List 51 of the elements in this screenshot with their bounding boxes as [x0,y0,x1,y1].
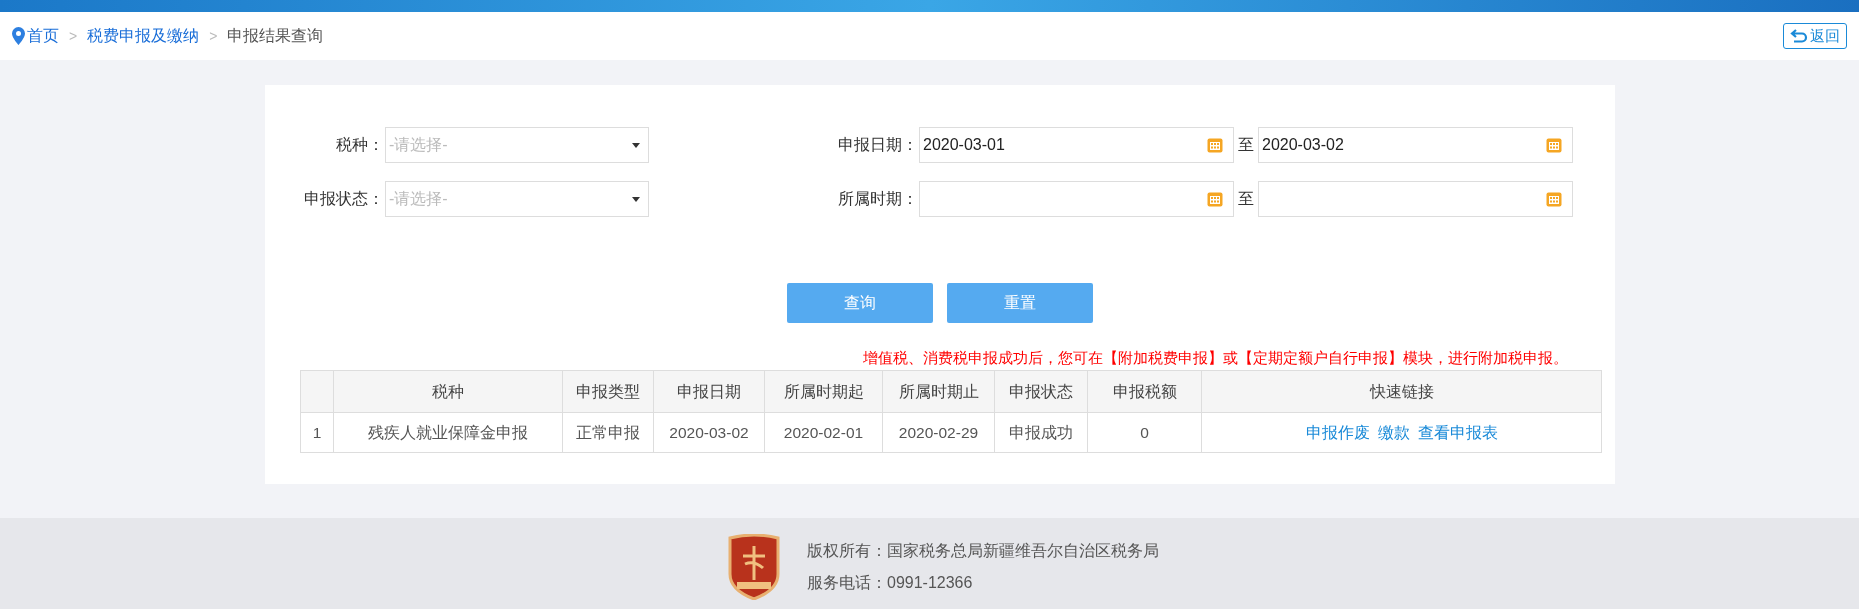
action-button[interactable]: 查询 [787,283,933,323]
dropdown-caret-icon [632,142,640,148]
column-header: 所属时期止 [882,370,995,413]
column-header: 申报状态 [994,370,1088,413]
column-header: 所属时期起 [764,370,883,413]
select-field[interactable]: -请选择- [385,181,649,217]
table-cell: 1 [300,412,334,453]
range-separator: 至 [1238,135,1254,155]
calendar-icon [1546,191,1562,207]
table-cell: 2020-02-29 [882,412,995,453]
select-field[interactable]: -请选择- [385,127,649,163]
breadcrumb-current: 申报结果查询 [227,26,324,46]
notice-text: 增值税、消费税申报成功后，您可在【附加税费申报】或【定期定额户自行申报】模块，进行附加税申报。 [862,348,1569,368]
column-header: 申报日期 [653,370,765,413]
column-header: 税种 [333,370,563,413]
field-label: 申报状态： [303,189,384,209]
calendar-icon [1546,137,1562,153]
table-cell: 2020-03-02 [653,412,765,453]
home-link[interactable]: 首页 [27,24,59,48]
quick-link[interactable]: 缴款 [1377,423,1410,441]
return-arrow-icon [1790,29,1808,43]
field-label: 申报日期： [837,135,918,155]
copyright-text: 版权所有：国家税务总局新疆维吾尔自治区税务局 [807,541,1159,561]
field-label: 税种： [335,135,384,155]
field-label: 所属时期： [837,189,918,209]
table-cell: 2020-02-01 [764,412,883,453]
table-cell: 0 [1087,412,1202,453]
date-field[interactable]: 2020-03-02 [1258,127,1573,163]
calendar-icon [1207,191,1223,207]
table-cell: 正常申报 [562,412,654,453]
calendar-icon [1207,137,1223,153]
back-button[interactable]: 返回 [1783,23,1847,49]
table-cell: 申报成功 [994,412,1088,453]
date-field[interactable]: 2020-03-01 [919,127,1234,163]
breadcrumb-separator: > [209,26,218,46]
table-cell: 残疾人就业保障金申报 [333,412,563,453]
breadcrumb-link[interactable]: 税费申报及缴纳 [87,24,200,48]
column-header: 快速链接 [1201,370,1602,413]
dropdown-caret-icon [632,196,640,202]
breadcrumb-separator: > [69,26,78,46]
action-button[interactable]: 重置 [947,283,1093,323]
date-field[interactable] [1258,181,1573,217]
quick-link[interactable]: 查看申报表 [1417,423,1498,441]
column-header: 申报类型 [562,370,654,413]
phone-text: 服务电话：0991-12366 [807,573,974,593]
quick-link[interactable]: 申报作废 [1305,423,1370,441]
column-header: 申报税额 [1087,370,1202,413]
range-separator: 至 [1238,189,1254,209]
location-pin-icon [12,27,25,45]
emblem-icon [727,534,781,600]
date-field[interactable] [919,181,1234,217]
